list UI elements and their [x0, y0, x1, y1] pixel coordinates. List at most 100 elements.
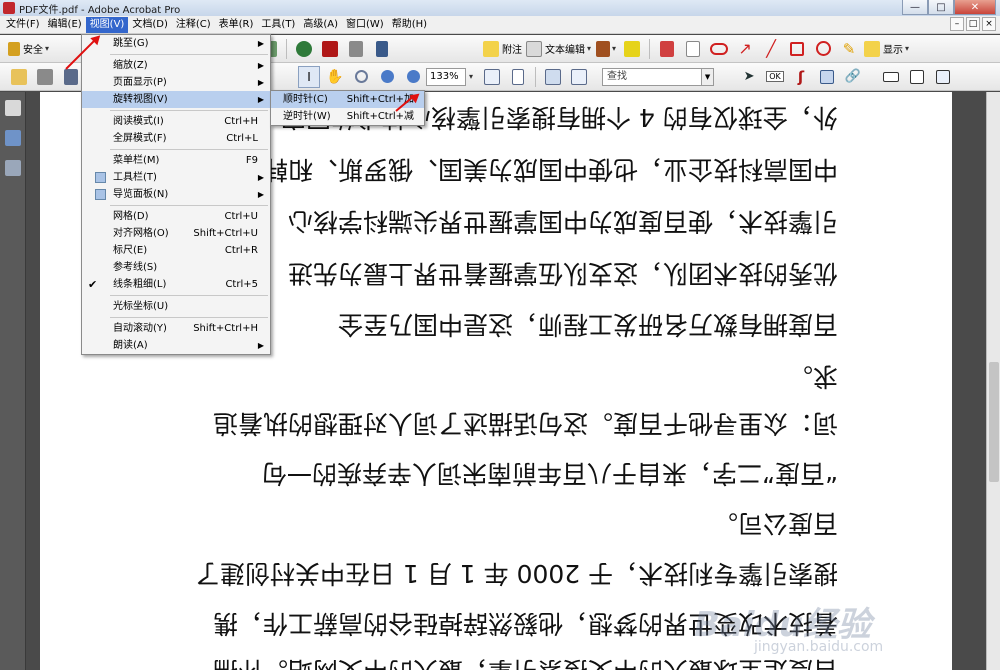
menu-item-menu-bar[interactable]: 菜单栏(M) F9 — [82, 152, 270, 169]
menu-item-read-mode[interactable]: 阅读模式(I) Ctrl+H — [82, 113, 270, 130]
chevron-down-icon: ▾ — [905, 44, 910, 53]
menu-item-counterclockwise[interactable]: 逆时针(W) Shift+Ctrl+减 — [271, 108, 424, 125]
document-line: 搜索引擎专利技术，于 2000 年 1 月 1 日在中关村创建了 — [194, 559, 838, 588]
zoom-out-button[interactable] — [376, 66, 398, 88]
doc-minimize-button[interactable]: – — [950, 17, 964, 31]
menu-item-snap-to-grid[interactable]: 对齐网格(O) Shift+Ctrl+U — [82, 225, 270, 242]
printer-icon — [37, 68, 53, 85]
checkmark-icon: ✔ — [88, 278, 98, 291]
rotate-view-button[interactable] — [568, 66, 590, 88]
find-dropdown-icon[interactable]: ▼ — [702, 67, 715, 86]
button-tool-button[interactable]: OK — [764, 66, 786, 88]
page-layout-icon — [545, 68, 562, 85]
menu-item-full-screen[interactable]: 全屏模式(F) Ctrl+L — [82, 130, 270, 147]
menu-item-read-out-loud[interactable]: 朗读(A) ▶ — [82, 337, 270, 354]
menu-document[interactable]: 文档(D) — [128, 17, 172, 33]
scrollbar-thumb[interactable] — [989, 362, 999, 482]
select-object-button[interactable]: ➤ — [738, 66, 760, 88]
audio-button[interactable] — [345, 38, 367, 60]
organizer-button[interactable] — [293, 38, 315, 60]
doc-close-button[interactable]: × — [982, 17, 996, 31]
pencil-tool-button[interactable]: ✎ — [838, 38, 860, 60]
menu-item-grid[interactable]: 网格(D) Ctrl+U — [82, 208, 270, 225]
submenu-arrow-icon: ▶ — [257, 61, 264, 70]
menu-item-rulers[interactable]: 标尺(E) Ctrl+R — [82, 242, 270, 259]
document-line: 词：众里寻他千百度。这句话描述了词人对理想的执着追 — [212, 409, 838, 438]
single-page-button[interactable] — [542, 66, 564, 88]
bookmarks-icon[interactable] — [5, 130, 21, 146]
menu-item-toolbars[interactable]: 工具栏(T) ▶ — [82, 169, 270, 186]
security-button[interactable]: 安全 ▾ — [8, 38, 49, 60]
crop-button[interactable] — [816, 66, 838, 88]
find-input[interactable]: 查找 — [602, 67, 703, 86]
menu-advanced[interactable]: 高级(A) — [299, 17, 342, 33]
zoom-tool-button[interactable] — [350, 66, 372, 88]
pages-icon[interactable] — [5, 100, 21, 116]
rectangle-icon — [790, 41, 805, 56]
speaker-icon — [349, 40, 364, 57]
zoom-dropdown-icon[interactable]: ▾ — [469, 72, 473, 81]
menu-item-auto-scroll[interactable]: 自动滚动(Y) Shift+Ctrl+H — [82, 320, 270, 337]
menu-item-goto[interactable]: 跳至(G) ▶ — [82, 35, 270, 52]
form-edit-button[interactable] — [932, 66, 954, 88]
menu-item-shortcut: Ctrl+R — [224, 245, 258, 256]
print-button[interactable] — [34, 66, 56, 88]
menu-file[interactable]: 文件(F) — [2, 17, 44, 33]
rectangle-tool-button[interactable] — [786, 38, 808, 60]
cloud-button[interactable] — [708, 38, 730, 60]
zoom-in-button[interactable] — [402, 66, 424, 88]
select-tool-button[interactable]: I — [298, 65, 320, 88]
fit-width-button[interactable] — [481, 66, 503, 88]
fit-page-button[interactable] — [507, 66, 529, 88]
highlight-button[interactable] — [621, 38, 643, 60]
line-tool-button[interactable]: ╱ — [760, 38, 782, 60]
hand-tool-button[interactable]: ✋ — [324, 66, 346, 88]
menu-edit[interactable]: 编辑(E) — [44, 17, 86, 33]
doc-restore-button[interactable]: □ — [966, 17, 980, 31]
submenu-arrow-icon: ▶ — [257, 173, 264, 182]
link-button[interactable]: 🔗 — [842, 66, 864, 88]
signature-button[interactable]: ʃ — [790, 66, 812, 88]
menu-item-zoom[interactable]: 缩放(Z) ▶ — [82, 57, 270, 74]
menu-item-line-weights[interactable]: ✔ 线条粗细(L) Ctrl+5 — [82, 276, 270, 293]
save-button[interactable] — [60, 66, 82, 88]
arrow-tool-button[interactable]: ↗ — [734, 38, 756, 60]
textbox-button[interactable] — [682, 38, 704, 60]
menu-comments[interactable]: 注释(C) — [172, 17, 215, 33]
stamp-button[interactable]: ▾ — [595, 38, 617, 60]
menu-item-rotate-view[interactable]: 旋转视图(V) ▶ — [82, 91, 270, 108]
text-field-button[interactable] — [880, 66, 902, 88]
close-button[interactable]: ✕ — [954, 0, 996, 15]
globe-icon — [296, 40, 313, 57]
menu-item-label: 光标坐标(U) — [113, 301, 169, 312]
open-button[interactable] — [8, 66, 30, 88]
ok-button-icon: OK — [766, 71, 784, 82]
zoom-level-input[interactable]: 133% — [426, 67, 466, 86]
menu-window[interactable]: 窗口(W) — [342, 17, 388, 33]
note-icon — [483, 40, 500, 57]
show-button[interactable]: 显示 ▾ — [864, 38, 909, 60]
checkbox-field-button[interactable] — [906, 66, 928, 88]
expand-icon — [571, 68, 588, 85]
text-edit-button[interactable]: 文本编辑 ▾ — [526, 38, 591, 60]
minimize-button[interactable]: — — [902, 0, 928, 15]
vertical-scrollbar[interactable] — [986, 92, 1000, 670]
callout-button[interactable] — [656, 38, 678, 60]
menu-tools[interactable]: 工具(T) — [257, 17, 299, 33]
menu-item-cursor-coordinates[interactable]: 光标坐标(U) — [82, 298, 270, 315]
oval-tool-button[interactable] — [812, 38, 834, 60]
menu-item-guides[interactable]: 参考线(S) — [82, 259, 270, 276]
crop-icon — [820, 69, 835, 84]
menu-view[interactable]: 视图(V) — [85, 16, 129, 33]
text-field-icon — [883, 71, 900, 82]
menu-item-page-display[interactable]: 页面显示(P) ▶ — [82, 74, 270, 91]
menu-item-navigation-panels[interactable]: 导览面板(N) ▶ — [82, 186, 270, 203]
maximize-button[interactable]: □ — [928, 0, 954, 15]
signatures-icon[interactable] — [5, 160, 21, 176]
menu-forms[interactable]: 表单(R) — [215, 17, 258, 33]
flash-button[interactable] — [319, 38, 341, 60]
menu-item-label: 缩放(Z) — [113, 60, 148, 71]
sticky-note-button[interactable]: 附注 — [483, 38, 522, 60]
menu-help[interactable]: 帮助(H) — [388, 17, 431, 33]
video-button[interactable] — [371, 38, 393, 60]
